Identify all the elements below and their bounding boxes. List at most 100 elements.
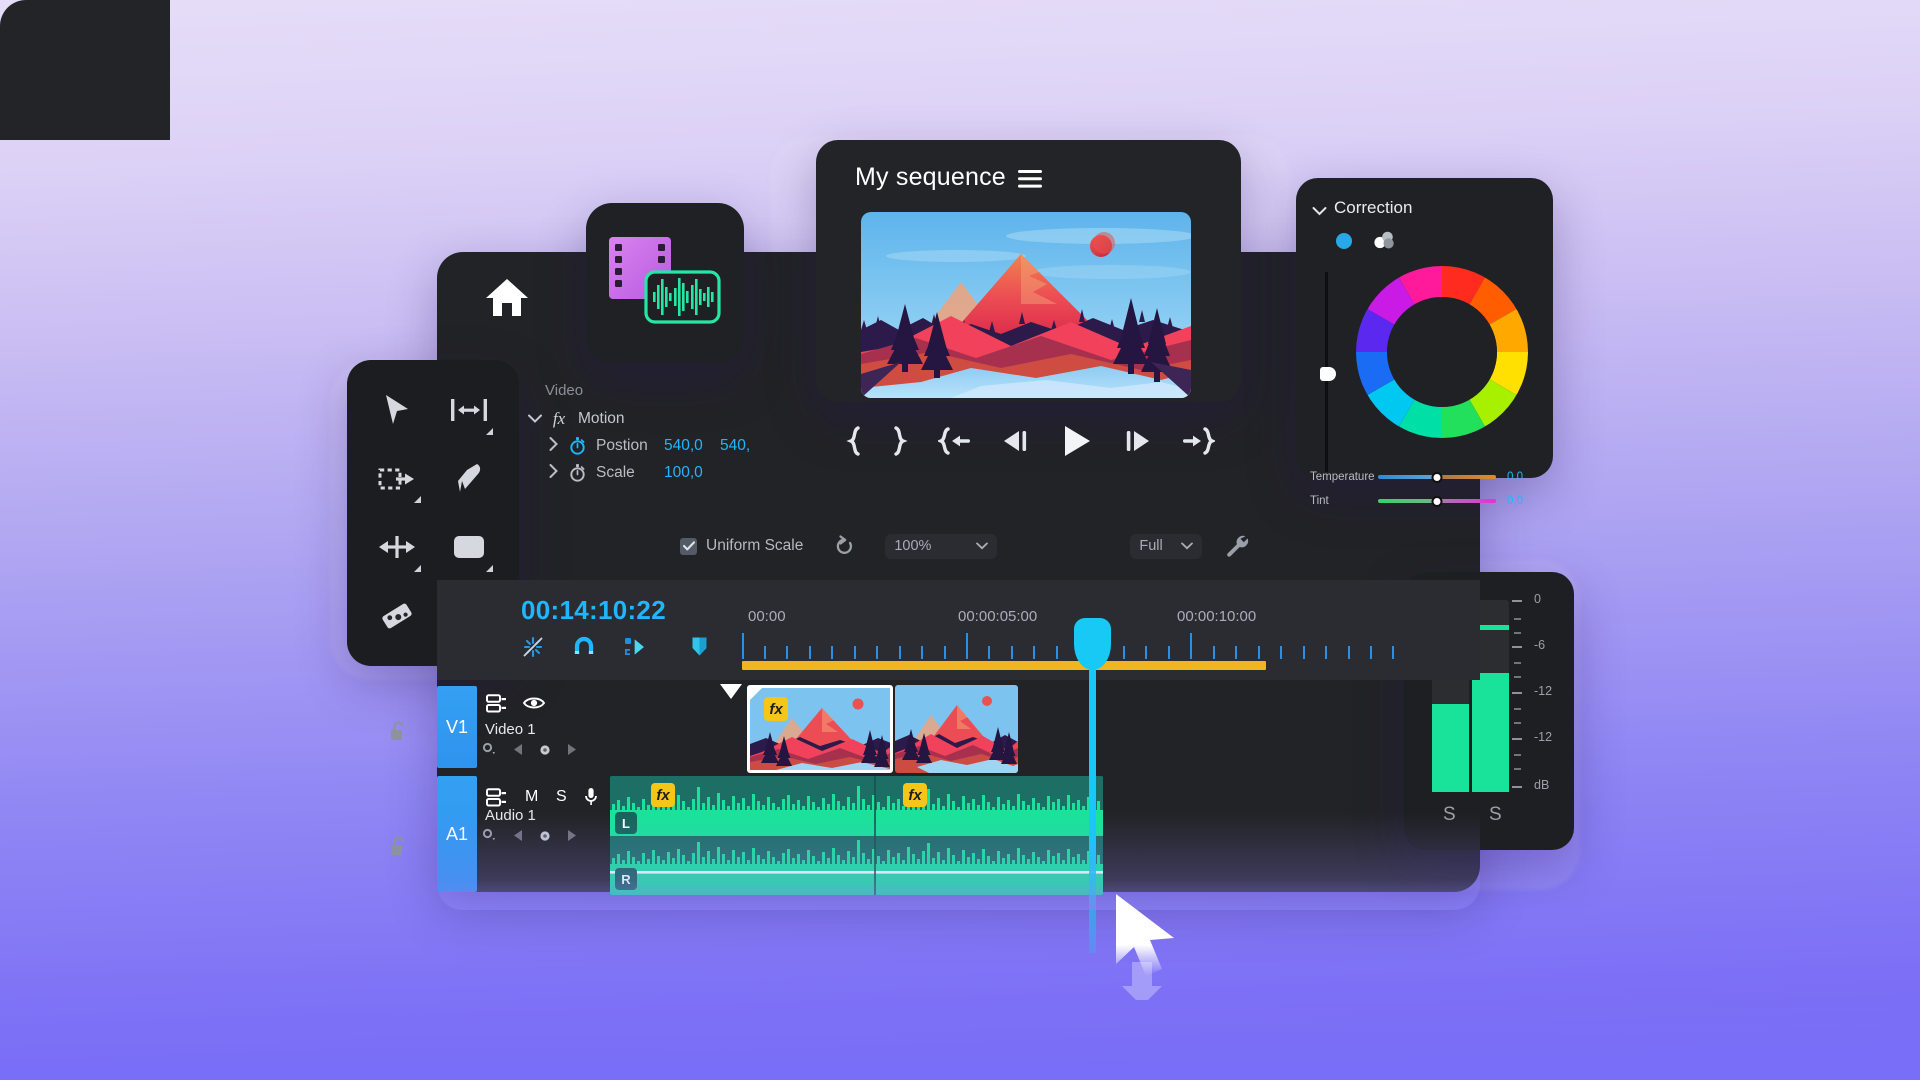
track-label-a1[interactable]: A1 xyxy=(437,776,477,892)
a1-mute-button[interactable]: M xyxy=(525,788,538,806)
next-keyframe-icon[interactable] xyxy=(566,829,577,847)
ripple-edit-tool[interactable] xyxy=(361,445,433,514)
property-value-position-y[interactable]: 540, xyxy=(720,437,750,455)
chevron-right-icon[interactable] xyxy=(542,436,564,455)
luma-slider-thumb[interactable] xyxy=(1320,367,1336,381)
temperature-value[interactable]: 0,0 xyxy=(1507,471,1523,483)
transport-controls xyxy=(845,420,1215,462)
timeline-tracks: V1 Video 1 A1 M S Audio 1 fx fx fx L R xyxy=(391,680,1480,895)
chevron-down-icon[interactable] xyxy=(524,410,546,427)
ruler-tick-minor xyxy=(831,646,833,659)
audio-clip-1[interactable]: fx fx L R xyxy=(610,776,1103,895)
step-forward-button[interactable] xyxy=(1123,427,1153,455)
program-monitor-preview[interactable] xyxy=(861,212,1191,398)
keyframe-options-icon[interactable] xyxy=(482,828,498,847)
ruler-tick-minor xyxy=(988,646,990,659)
correction-tab-color-wheel[interactable] xyxy=(1335,232,1353,255)
quality-dropdown[interactable]: Full xyxy=(1130,533,1203,559)
home-icon[interactable] xyxy=(484,276,530,323)
prev-keyframe-icon[interactable] xyxy=(513,829,524,847)
tint-slider[interactable] xyxy=(1378,494,1496,508)
v1-lock-toggle[interactable] xyxy=(390,720,407,748)
ruler-tick-minor xyxy=(786,646,788,659)
clip-corner-handle[interactable] xyxy=(750,688,762,700)
chevron-right-icon[interactable] xyxy=(542,463,564,482)
audio-clip-fx-badge-1[interactable]: fx xyxy=(651,783,675,807)
video-clip-1[interactable]: fx xyxy=(747,685,893,773)
video-clip-2[interactable] xyxy=(895,685,1018,773)
meter-tick xyxy=(1512,786,1522,788)
pen-tool[interactable] xyxy=(433,445,505,514)
add-keyframe-icon[interactable] xyxy=(539,829,551,847)
ruler-tick-minor xyxy=(876,646,878,659)
slider-thumb[interactable] xyxy=(1431,471,1443,483)
prev-keyframe-icon[interactable] xyxy=(513,743,524,761)
ruler-tick-minor xyxy=(764,646,766,659)
step-back-button[interactable] xyxy=(1000,427,1030,455)
track-label-v1[interactable]: V1 xyxy=(437,686,477,768)
timeline-timecode[interactable]: 00:14:10:22 xyxy=(521,595,666,626)
stopwatch-icon[interactable] xyxy=(564,436,590,455)
a1-track-name[interactable]: Audio 1 xyxy=(485,807,536,824)
v1-visibility-toggle[interactable] xyxy=(522,695,546,716)
tool-flyout-indicator xyxy=(414,496,421,503)
meter-tick xyxy=(1514,662,1521,664)
hamburger-menu-icon[interactable] xyxy=(1018,170,1042,193)
go-to-out-button[interactable] xyxy=(1181,426,1215,456)
snap-magnet-sparkle-icon[interactable] xyxy=(521,635,545,664)
magnet-icon[interactable] xyxy=(572,635,596,664)
next-keyframe-icon[interactable] xyxy=(566,743,577,761)
ruler-tick-minor xyxy=(1145,646,1147,659)
mark-out-button[interactable] xyxy=(891,426,909,456)
microphone-icon[interactable] xyxy=(584,787,598,812)
selection-tool[interactable] xyxy=(361,376,433,445)
v1-track-name[interactable]: Video 1 xyxy=(485,721,536,738)
stopwatch-icon[interactable] xyxy=(564,463,590,482)
a1-solo-button[interactable]: S xyxy=(556,788,567,806)
marker-shield-icon[interactable] xyxy=(691,636,708,662)
add-keyframe-icon[interactable] xyxy=(539,743,551,761)
v1-keyframe-nav xyxy=(482,742,577,761)
audio-clip-fx-badge-2[interactable]: fx xyxy=(903,783,927,807)
linked-selection-icon[interactable] xyxy=(623,635,647,664)
play-button[interactable] xyxy=(1058,423,1094,459)
uniform-scale-checkbox[interactable]: Uniform Scale xyxy=(680,537,803,555)
work-area-bar[interactable] xyxy=(742,661,1266,670)
temperature-slider[interactable] xyxy=(1378,470,1496,484)
rectangle-tool[interactable] xyxy=(433,513,505,582)
razor-tool[interactable] xyxy=(361,582,433,651)
tint-value[interactable]: 0,0 xyxy=(1507,495,1523,507)
wrench-icon[interactable] xyxy=(1224,533,1250,559)
color-wheel[interactable] xyxy=(1352,261,1532,447)
keyframe-options-icon[interactable] xyxy=(482,742,498,761)
ruler-tick-minor xyxy=(854,646,856,659)
slider-thumb[interactable] xyxy=(1431,495,1443,507)
property-row-scale[interactable]: Scale 100,0 xyxy=(542,459,940,486)
mark-in-button[interactable] xyxy=(845,426,863,456)
ruler-tick-minor xyxy=(1168,646,1170,659)
checkbox-box[interactable] xyxy=(680,537,697,555)
timeline-ruler[interactable]: 00:00 00:00:05:00 00:00:10:00 xyxy=(740,600,1400,680)
property-value-position-x[interactable]: 540,0 xyxy=(664,437,703,455)
go-to-in-button[interactable] xyxy=(937,426,972,456)
right-channel-solo-button[interactable]: S xyxy=(1489,804,1502,826)
media-audio-card[interactable] xyxy=(586,203,744,363)
correction-tab-curves[interactable] xyxy=(1373,230,1395,255)
slip-tool[interactable] xyxy=(361,513,433,582)
zoom-level-dropdown[interactable]: 100% xyxy=(885,533,998,559)
a1-lock-toggle[interactable] xyxy=(390,835,407,863)
correction-collapse-toggle[interactable] xyxy=(1312,203,1327,221)
correction-title: Correction xyxy=(1334,198,1413,217)
ruler-tick-minor xyxy=(1392,646,1394,659)
meter-tick xyxy=(1512,646,1522,648)
clip-fx-badge[interactable]: fx xyxy=(764,697,788,721)
ruler-tick-minor xyxy=(1280,646,1282,659)
v1-track-targeting[interactable] xyxy=(486,694,507,718)
clip-transition-marker[interactable] xyxy=(720,684,742,699)
tool-flyout-indicator xyxy=(486,427,493,435)
meter-tick xyxy=(1514,768,1521,770)
luma-slider[interactable] xyxy=(1320,272,1336,472)
property-value-scale[interactable]: 100,0 xyxy=(664,464,703,482)
track-select-tool[interactable] xyxy=(433,376,505,445)
reset-icon[interactable] xyxy=(833,534,857,558)
